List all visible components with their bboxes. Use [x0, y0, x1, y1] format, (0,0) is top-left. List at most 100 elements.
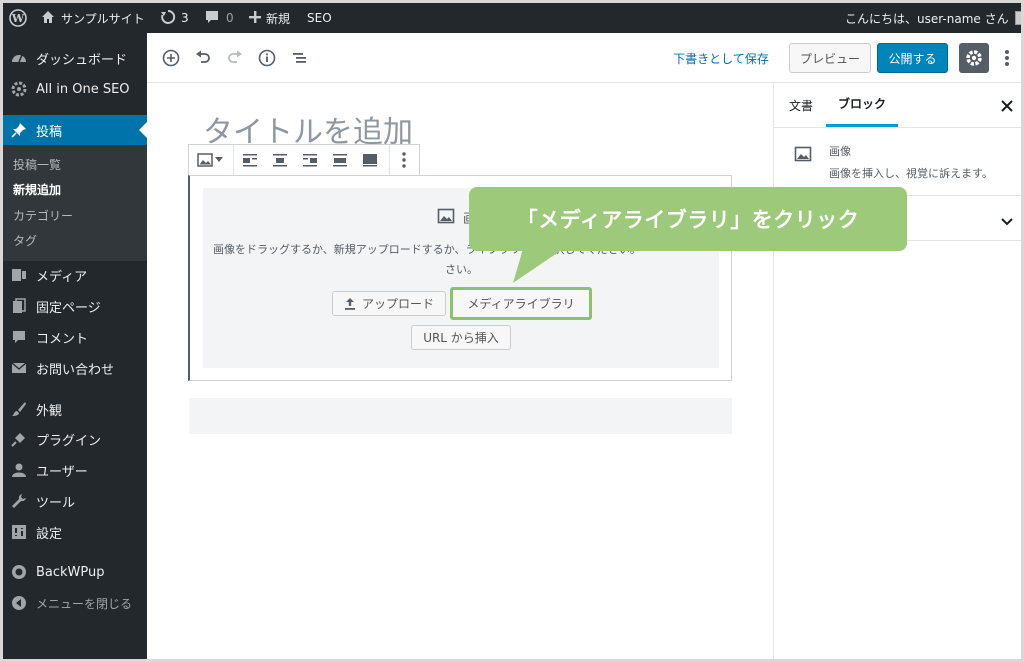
editor-header: 下書きとして保存 プレビュー 公開する	[147, 33, 1021, 83]
menu-label: プラグイン	[36, 433, 102, 449]
toolbar-divider	[233, 145, 234, 175]
menu-label: 投稿	[36, 124, 63, 140]
close-icon	[1001, 100, 1013, 112]
align-left-icon	[243, 154, 257, 167]
info-button[interactable]	[257, 48, 277, 68]
redo-icon	[228, 50, 242, 63]
chevron-down-icon[interactable]	[1000, 212, 1014, 231]
media-icon	[11, 267, 27, 283]
tab-document[interactable]: 文書	[789, 83, 813, 127]
align-center-icon	[273, 154, 287, 167]
wordpress-logo-icon[interactable]: W	[9, 3, 27, 33]
settings-sidebar: 文書 ブロック 画像 画像を挿入し、視覚に訴えます。	[773, 83, 1021, 659]
wrench-icon	[11, 493, 27, 509]
site-name-link[interactable]: サンプルサイト	[41, 3, 145, 33]
comments-link[interactable]: 0	[205, 3, 234, 33]
full-width-icon	[363, 154, 377, 167]
svg-text:W: W	[11, 12, 25, 25]
image-icon	[437, 207, 455, 229]
menu-item-contact[interactable]: お問い合わせ	[3, 353, 147, 383]
list-icon	[293, 53, 306, 63]
submenu-tags[interactable]: タグ	[13, 232, 37, 249]
updates-count: 3	[181, 11, 189, 25]
backwpup-icon	[11, 564, 27, 580]
more-options-button[interactable]	[997, 48, 1017, 68]
undo-button[interactable]	[193, 48, 213, 68]
new-content-link[interactable]: 新規	[249, 3, 290, 33]
align-center-button[interactable]	[271, 151, 289, 169]
pages-icon	[11, 298, 27, 314]
panel-divider	[774, 127, 1021, 128]
outline-button[interactable]	[290, 48, 310, 68]
greeting: こんにちは、user-name さん	[845, 11, 1009, 26]
menu-label: ダッシュボード	[36, 52, 128, 68]
updates-icon	[160, 9, 176, 28]
settings-icon	[11, 524, 27, 540]
block-type-switcher[interactable]	[196, 151, 214, 169]
submenu-categories[interactable]: カテゴリー	[13, 207, 73, 224]
menu-label: 外観	[36, 403, 63, 419]
wide-width-button[interactable]	[331, 151, 349, 169]
menu-label: ツール	[36, 495, 76, 511]
plugin-icon	[11, 431, 27, 447]
menu-item-pages[interactable]: 固定ページ	[3, 291, 147, 321]
mail-icon	[11, 360, 27, 376]
info-icon	[258, 49, 276, 67]
callout-annotation: 「メディアライブラリ」をクリック	[469, 187, 907, 251]
collapse-arrow-icon	[11, 595, 27, 611]
upload-label: アップロード	[361, 297, 434, 311]
media-library-button[interactable]: メディアライブラリ	[450, 287, 592, 320]
collapse-menu-button[interactable]: メニューを閉じる	[3, 588, 147, 618]
caret-down-icon[interactable]	[214, 151, 224, 169]
gear-icon	[966, 50, 982, 66]
upload-button[interactable]: アップロード	[332, 291, 446, 316]
submenu-add-new[interactable]: 新規追加	[13, 181, 61, 198]
menu-item-all-in-one-seo[interactable]: All in One SEO	[3, 74, 147, 104]
avatar	[1014, 11, 1021, 25]
plus-icon	[249, 10, 261, 26]
home-icon	[41, 10, 55, 27]
menu-label: お問い合わせ	[36, 362, 115, 378]
insert-from-url-button[interactable]: URL から挿入	[411, 325, 511, 350]
publish-button[interactable]: 公開する	[877, 43, 948, 73]
seo-link[interactable]: SEO	[307, 3, 332, 33]
full-width-button[interactable]	[361, 151, 379, 169]
updates-link[interactable]: 3	[160, 3, 189, 33]
menu-item-appearance[interactable]: 外観	[3, 394, 147, 424]
image-block-icon	[794, 145, 812, 167]
menu-item-tools[interactable]: ツール	[3, 486, 147, 516]
menu-item-media[interactable]: メディア	[3, 260, 147, 290]
comments-count: 0	[226, 11, 234, 25]
menu-item-dashboard[interactable]: ダッシュボード	[3, 43, 147, 73]
block-toolbar	[188, 144, 420, 176]
menu-label: コメント	[36, 331, 89, 347]
add-block-button[interactable]	[161, 48, 181, 68]
menu-item-posts[interactable]: 投稿	[3, 115, 147, 145]
new-label: 新規	[266, 11, 291, 26]
redo-button[interactable]	[225, 48, 245, 68]
seo-label: SEO	[307, 11, 332, 25]
dashboard-icon	[11, 50, 27, 66]
next-block-appender[interactable]	[189, 398, 732, 434]
vertical-ellipsis-icon	[1005, 50, 1009, 66]
submenu-all-posts[interactable]: 投稿一覧	[13, 156, 61, 173]
save-draft-button[interactable]: 下書きとして保存	[671, 46, 771, 70]
placeholder-instructions-wrap: さい。	[445, 263, 478, 276]
align-right-button[interactable]	[301, 151, 319, 169]
menu-label: メディア	[36, 269, 88, 285]
block-more-options-button[interactable]	[395, 151, 413, 169]
tab-block[interactable]: ブロック	[826, 83, 899, 127]
settings-button[interactable]	[959, 43, 989, 73]
menu-label: All in One SEO	[36, 81, 130, 97]
admin-sidebar: ダッシュボード All in One SEO 投稿 投稿一覧 新規追加 カテゴリ…	[3, 33, 147, 659]
menu-item-settings[interactable]: 設定	[3, 517, 147, 547]
menu-item-comments[interactable]: コメント	[3, 322, 147, 352]
close-panel-button[interactable]	[1000, 98, 1014, 112]
menu-item-backwpup[interactable]: BackWPup	[3, 557, 147, 587]
align-left-button[interactable]	[241, 151, 259, 169]
menu-item-plugins[interactable]: プラグイン	[3, 424, 147, 454]
account-link[interactable]: こんにちは、user-name さん	[845, 3, 1021, 33]
preview-button[interactable]: プレビュー	[789, 43, 871, 73]
menu-item-users[interactable]: ユーザー	[3, 455, 147, 485]
collapse-label: メニューを閉じる	[36, 596, 133, 611]
